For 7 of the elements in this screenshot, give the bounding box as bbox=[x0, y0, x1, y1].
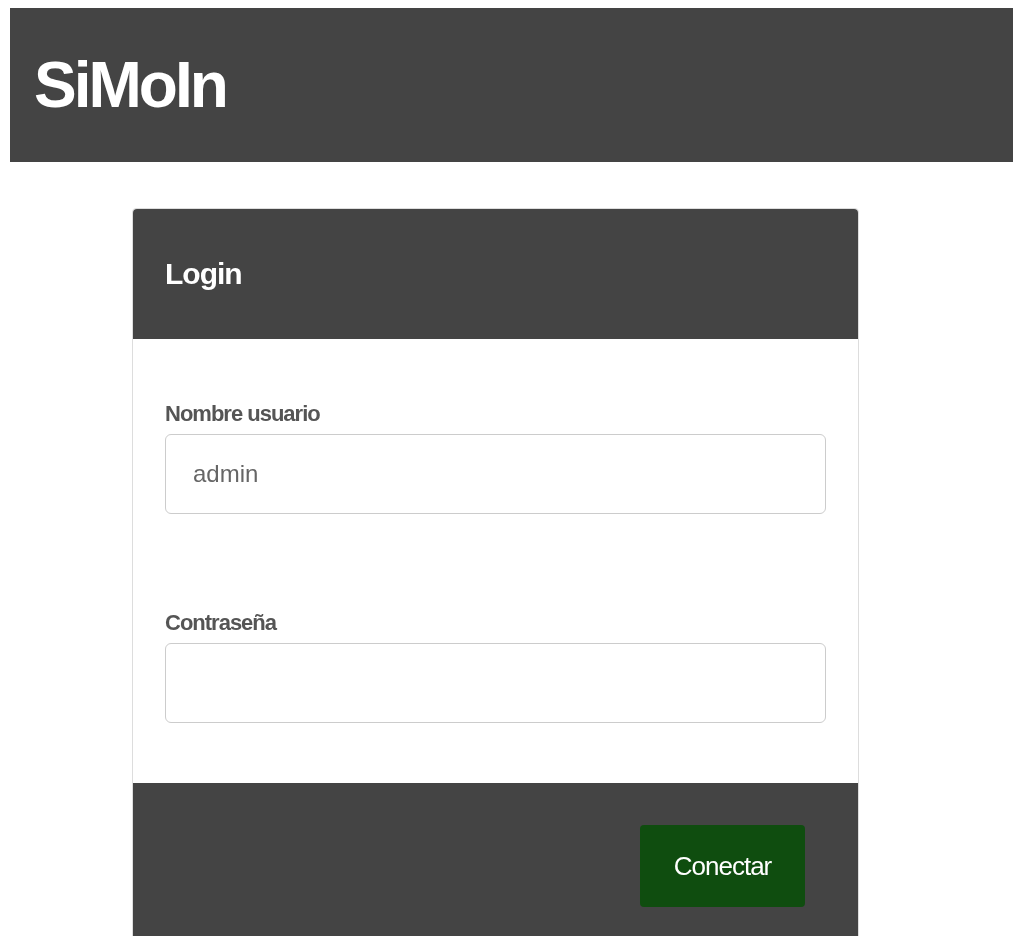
app-title: SiMoIn bbox=[34, 47, 226, 123]
card-title: Login bbox=[165, 256, 242, 292]
password-field[interactable] bbox=[165, 643, 826, 723]
username-field[interactable]: admin bbox=[165, 434, 826, 514]
connect-button[interactable]: Conectar bbox=[640, 825, 805, 907]
field-label: Nombre usuario bbox=[165, 400, 320, 428]
field-label: Contraseña bbox=[165, 609, 277, 637]
